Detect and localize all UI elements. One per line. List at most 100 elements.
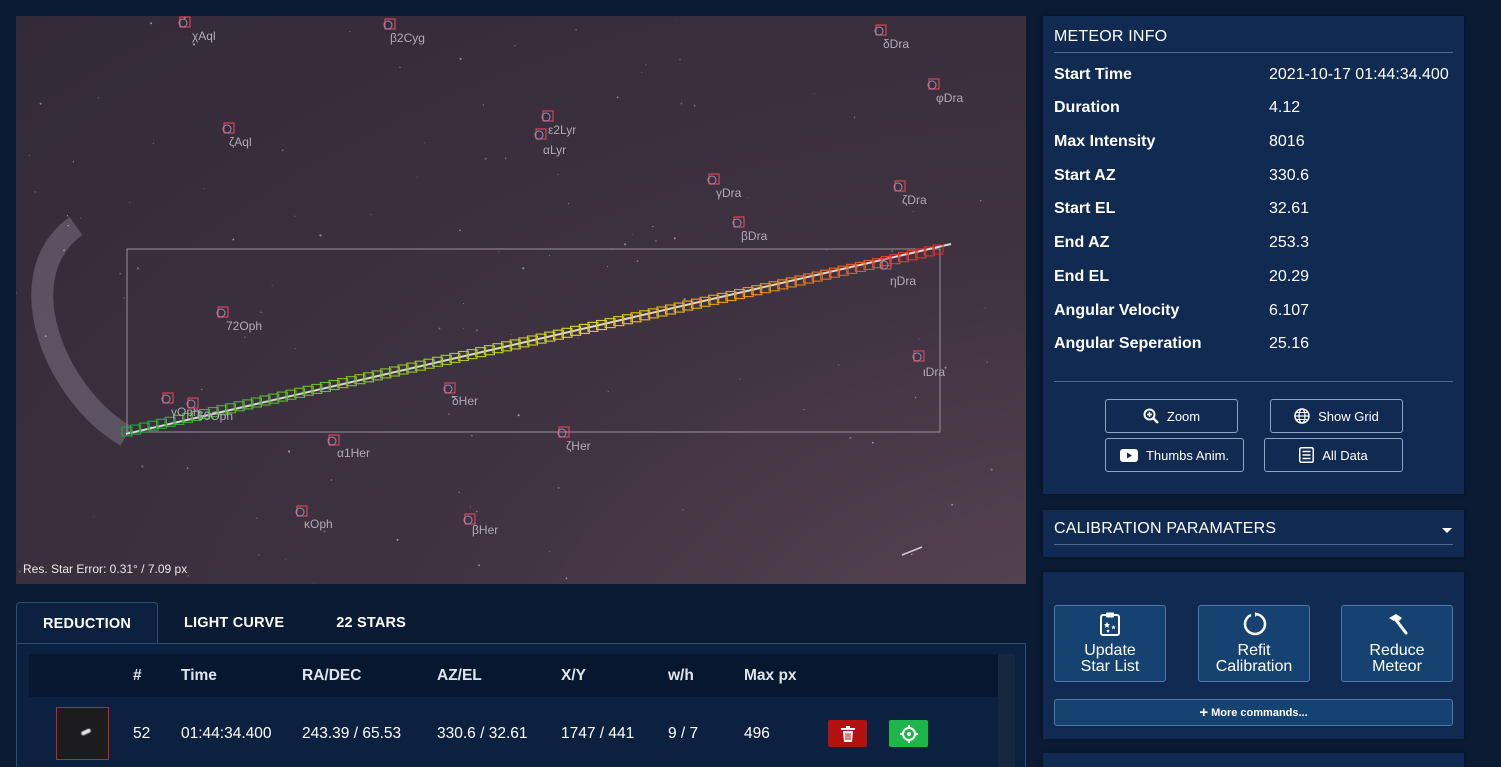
star-label: 60Oph <box>197 409 233 423</box>
background-star <box>826 249 828 251</box>
background-star <box>984 307 986 309</box>
show-grid-button-label: Show Grid <box>1318 408 1379 424</box>
star-marker-box <box>223 122 235 134</box>
refit-calibration-label: Refit Calibration <box>1199 643 1309 675</box>
background-star <box>150 22 153 25</box>
table-scrollbar[interactable] <box>998 654 1015 767</box>
value-max-intensity: 8016 <box>1269 133 1305 150</box>
star-marker-box <box>162 392 174 404</box>
zoom-button[interactable]: Zoom <box>1105 399 1238 433</box>
background-star <box>747 197 749 199</box>
reduce-label-line2: Meteor <box>1372 658 1422 675</box>
frame-thumbnail[interactable] <box>56 707 109 760</box>
tab-reduction[interactable]: REDUCTION <box>16 602 158 644</box>
update-star-list-button[interactable]: Update Star List <box>1054 605 1166 682</box>
table-row[interactable]: 52 01:44:34.400 243.39 / 65.53 330.6 / 3… <box>29 700 998 767</box>
value-start-time: 2021-10-17 01:44:34.400 <box>1269 66 1449 83</box>
star-label: χAql <box>192 29 216 43</box>
more-commands-button[interactable]: + More commands... <box>1054 699 1453 726</box>
background-star <box>623 243 627 246</box>
background-star <box>187 575 189 577</box>
background-star <box>813 93 816 95</box>
sky-overlay: χAql β2Cyg δDra φDra ζAql ε2Lyr αLyr γDra ζDra βD… <box>16 16 993 584</box>
chevron-down-icon[interactable] <box>1442 528 1452 533</box>
label-angular-velocity: Angular Velocity <box>1054 302 1180 319</box>
background-star <box>66 215 69 217</box>
background-star <box>458 491 460 493</box>
select-frame-button[interactable] <box>889 720 928 747</box>
cell-maxpx: 496 <box>744 725 770 742</box>
thumbs-anim-button[interactable]: Thumbs Anim. <box>1105 438 1244 472</box>
delete-frame-button[interactable] <box>828 720 867 747</box>
column-header-wh: w/h <box>668 667 694 684</box>
star-marker-box <box>928 78 940 90</box>
star-marker-box <box>542 110 554 122</box>
refit-calibration-button[interactable]: Refit Calibration <box>1198 605 1310 682</box>
star-marker-box <box>296 505 308 517</box>
tab-stars[interactable]: 22 STARS <box>310 602 432 644</box>
sky-image[interactable]: χAql β2Cyg δDra φDra ζAql ε2Lyr αLyr γDra ζDra βD… <box>16 16 1026 584</box>
thumbs-anim-button-label: Thumbs Anim. <box>1145 447 1230 463</box>
background-star <box>396 538 399 541</box>
background-star <box>557 486 560 489</box>
background-star <box>438 327 441 330</box>
label-max-intensity: Max Intensity <box>1054 133 1156 150</box>
show-grid-button[interactable]: Show Grid <box>1270 399 1403 433</box>
star-label: 72Oph <box>226 319 262 333</box>
divider <box>1054 381 1453 382</box>
next-panel <box>1043 753 1464 767</box>
star-label: γOph <box>171 405 200 419</box>
tab-light-curve[interactable]: LIGHT CURVE <box>158 602 310 644</box>
background-star <box>739 378 741 380</box>
reduce-meteor-button[interactable]: Reduce Meteor <box>1341 605 1453 682</box>
background-star <box>607 266 609 268</box>
crosshair-icon <box>899 724 918 743</box>
background-star <box>575 29 577 31</box>
value-end-el: 20.29 <box>1269 268 1310 285</box>
zoom-in-icon <box>1143 408 1159 424</box>
background-star <box>986 361 988 363</box>
background-star <box>607 390 610 393</box>
star-label: βHer <box>472 523 498 537</box>
background-star <box>72 161 75 163</box>
background-star <box>510 334 512 335</box>
background-star <box>463 303 465 305</box>
satellite-streak <box>901 546 923 556</box>
table-header: # Time RA/DEC AZ/EL X/Y w/h Max px <box>29 654 998 697</box>
background-star <box>641 72 643 73</box>
star-marker-box <box>708 173 720 185</box>
column-header-xy: X/Y <box>561 667 586 684</box>
zoom-button-label: Zoom <box>1166 408 1201 424</box>
calibration-panel[interactable]: CALIBRATION PARAMATERS <box>1043 510 1464 557</box>
all-data-button[interactable]: All Data <box>1264 438 1403 472</box>
divider <box>1054 544 1453 545</box>
background-star <box>676 19 678 21</box>
star-label: δHer <box>452 394 478 408</box>
plus-icon: + <box>1199 704 1209 721</box>
background-star <box>294 347 296 350</box>
calibration-title: CALIBRATION PARAMATERS <box>1054 520 1277 537</box>
background-star <box>244 336 246 339</box>
cell-time: 01:44:34.400 <box>181 725 272 742</box>
background-star <box>80 217 82 219</box>
background-star <box>123 297 125 299</box>
refresh-circle-icon <box>1243 612 1267 636</box>
meteor-streak <box>125 243 952 435</box>
background-star <box>93 516 95 517</box>
value-start-el: 32.61 <box>1269 200 1310 217</box>
divider <box>1054 52 1453 53</box>
background-star <box>459 229 461 232</box>
background-star <box>469 505 472 508</box>
refit-label-line1: Refit <box>1237 642 1271 659</box>
star-label: ζAql <box>229 135 252 149</box>
all-data-button-label: All Data <box>1322 447 1368 463</box>
star-marker-box <box>913 350 925 362</box>
background-star <box>803 409 805 411</box>
meteor-info-title: METEOR INFO <box>1054 28 1168 45</box>
background-star <box>482 104 485 106</box>
star-marker-box <box>875 24 887 36</box>
star-marker-box <box>328 434 340 446</box>
background-star <box>34 191 37 193</box>
background-star <box>294 215 296 217</box>
cell-azel: 330.6 / 32.61 <box>437 725 528 742</box>
